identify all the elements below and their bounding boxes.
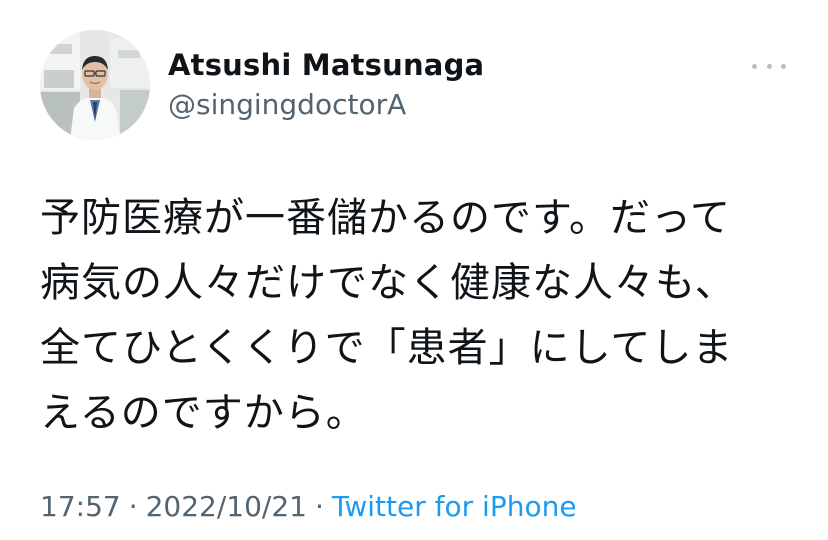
tweet-text-line: 予防医療が一番儲かるのです。だって — [40, 195, 731, 241]
meta-separator: · — [315, 490, 324, 523]
meta-separator: · — [128, 490, 138, 523]
author-display-name[interactable]: Atsushi Matsunaga — [168, 48, 484, 82]
tweet-text-line: えるのですから。 — [40, 390, 367, 436]
author-handle[interactable]: @singingdoctorA — [168, 88, 406, 121]
tweet-date[interactable]: 2022/10/21 — [146, 490, 307, 523]
avatar[interactable] — [40, 30, 150, 140]
more-options-icon[interactable] — [752, 54, 786, 78]
tweet-text-line: 病気の人々だけでなく健康な人々も、 — [40, 260, 736, 306]
more-dot — [752, 63, 757, 69]
more-dot — [781, 63, 786, 69]
tweet-meta: 17:57 · 2022/10/21 · Twitter for iPhone — [40, 490, 577, 523]
more-dot — [766, 63, 772, 69]
tweet-time[interactable]: 17:57 — [40, 490, 121, 523]
tweet-text: 予防医療が一番儲かるのです。だって 病気の人々だけでなく健康な人々も、 全てひと… — [40, 186, 800, 446]
tweet-source-link[interactable]: Twitter for iPhone — [332, 490, 577, 523]
profile-photo-icon — [40, 30, 150, 140]
tweet-text-line: 全てひとくくりで「患者」にしてしま — [40, 325, 734, 371]
